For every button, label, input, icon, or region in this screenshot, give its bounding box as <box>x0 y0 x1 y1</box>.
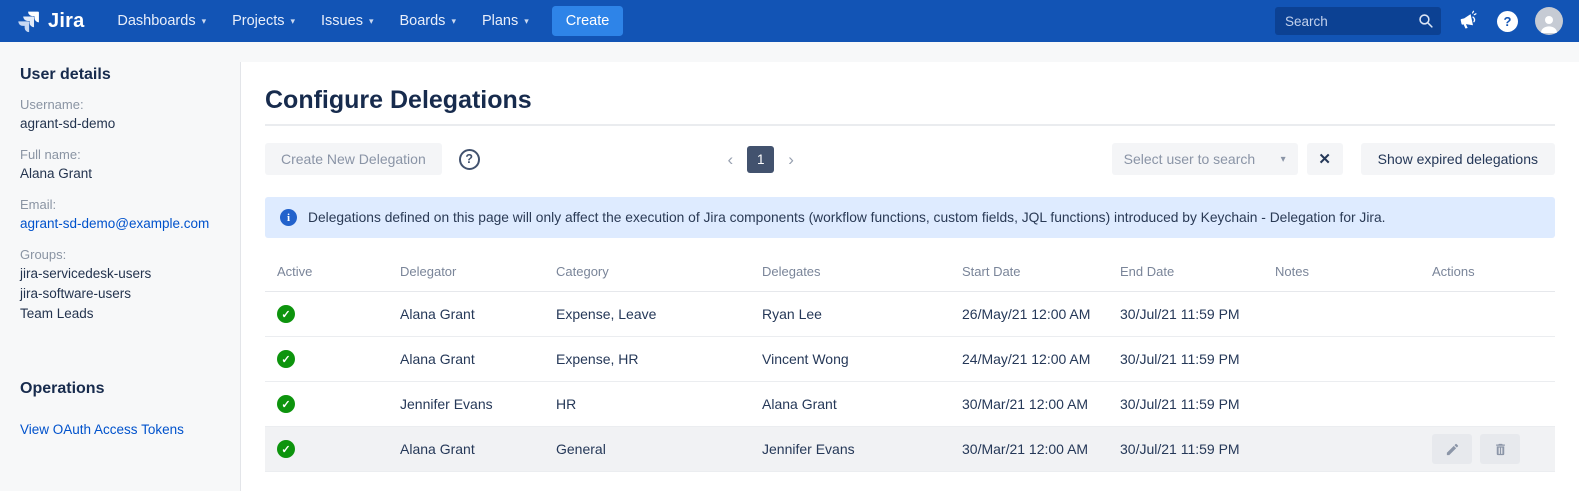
cell-actions <box>1432 434 1555 464</box>
active-check-icon: ✓ <box>277 395 295 413</box>
pencil-icon <box>1445 442 1460 457</box>
fullname-value: Alana Grant <box>20 164 220 184</box>
jira-brand[interactable]: Jira <box>16 9 84 34</box>
pagination-current-page[interactable]: 1 <box>747 146 774 173</box>
active-check-icon: ✓ <box>277 350 295 368</box>
groups-label: Groups: <box>20 245 220 264</box>
col-header-actions: Actions <box>1432 264 1555 279</box>
help-question-icon[interactable]: ? <box>459 149 480 170</box>
col-header-category: Category <box>556 264 762 279</box>
clear-search-button[interactable]: ✕ <box>1307 143 1343 175</box>
nav-item-boards[interactable]: Boards ▾ <box>386 4 468 38</box>
col-header-delegates: Delegates <box>762 264 962 279</box>
user-search-select-value: Select user to search <box>1124 151 1256 167</box>
active-check-icon: ✓ <box>277 440 295 458</box>
cell-end-date: 30/Jul/21 11:59 PM <box>1120 351 1275 367</box>
cell-start-date: 30/Mar/21 12:00 AM <box>962 396 1120 412</box>
cell-delegator: Alana Grant <box>400 441 556 457</box>
info-banner: i Delegations defined on this page will … <box>265 197 1555 238</box>
cell-delegator: Alana Grant <box>400 351 556 367</box>
cell-delegator: Jennifer Evans <box>400 396 556 412</box>
col-header-end-date: End Date <box>1120 264 1275 279</box>
navbar-right: ? <box>1275 7 1563 35</box>
group-item: jira-servicedesk-users <box>20 264 220 284</box>
delete-delegation-button[interactable] <box>1480 434 1520 464</box>
cell-start-date: 30/Mar/21 12:00 AM <box>962 441 1120 457</box>
table-row: ✓ Alana Grant Expense, Leave Ryan Lee 26… <box>265 292 1555 337</box>
col-header-notes: Notes <box>1275 264 1432 279</box>
fullname-label: Full name: <box>20 145 220 164</box>
username-label: Username: <box>20 95 220 114</box>
edit-delegation-button[interactable] <box>1432 434 1472 464</box>
delegations-table: Active Delegator Category Delegates Star… <box>265 264 1555 472</box>
table-row: ✓ Jennifer Evans HR Alana Grant 30/Mar/2… <box>265 382 1555 427</box>
email-link[interactable]: agrant-sd-demo@example.com <box>20 214 220 234</box>
chevron-down-icon: ▾ <box>1281 154 1286 165</box>
info-banner-text: Delegations defined on this page will on… <box>308 210 1386 225</box>
col-header-delegator: Delegator <box>400 264 556 279</box>
main-content: Configure Delegations Create New Delegat… <box>240 62 1579 491</box>
table-row: ✓ Alana Grant Expense, HR Vincent Wong 2… <box>265 337 1555 382</box>
col-header-start-date: Start Date <box>962 264 1120 279</box>
chevron-down-icon: ▾ <box>524 17 529 26</box>
search-box <box>1275 7 1441 35</box>
cell-category: HR <box>556 396 762 412</box>
user-details-sidebar: User details Username: agrant-sd-demo Fu… <box>0 42 240 491</box>
person-icon <box>1537 11 1561 35</box>
user-avatar[interactable] <box>1535 7 1563 35</box>
username-value: agrant-sd-demo <box>20 114 220 134</box>
jira-logo-icon <box>16 9 41 34</box>
view-oauth-tokens-link[interactable]: View OAuth Access Tokens <box>20 420 184 440</box>
create-new-delegation-button[interactable]: Create New Delegation <box>265 143 442 175</box>
user-search-select[interactable]: Select user to search ▾ <box>1112 143 1298 175</box>
cell-end-date: 30/Jul/21 11:59 PM <box>1120 306 1275 322</box>
pagination-prev-icon[interactable]: ‹ <box>728 151 734 168</box>
trash-icon <box>1493 442 1508 457</box>
cell-delegates: Jennifer Evans <box>762 441 962 457</box>
info-icon: i <box>280 209 297 226</box>
cell-end-date: 30/Jul/21 11:59 PM <box>1120 396 1275 412</box>
operations-title: Operations <box>20 380 220 398</box>
cell-delegator: Alana Grant <box>400 306 556 322</box>
cell-category: Expense, Leave <box>556 306 762 322</box>
cell-start-date: 24/May/21 12:00 AM <box>962 351 1120 367</box>
help-icon[interactable]: ? <box>1497 11 1518 32</box>
top-navbar: Jira Dashboards ▾ Projects ▾ Issues ▾ Bo… <box>0 0 1579 42</box>
cell-delegates: Alana Grant <box>762 396 962 412</box>
nav-item-issues[interactable]: Issues ▾ <box>308 4 386 38</box>
sidebar-title: User details <box>20 66 220 84</box>
group-item: jira-software-users <box>20 284 220 304</box>
brand-label: Jira <box>48 10 84 33</box>
create-button[interactable]: Create <box>552 6 624 36</box>
announcements-megaphone-icon[interactable] <box>1458 10 1480 32</box>
cell-start-date: 26/May/21 12:00 AM <box>962 306 1120 322</box>
cell-end-date: 30/Jul/21 11:59 PM <box>1120 441 1275 457</box>
nav-item-plans[interactable]: Plans ▾ <box>469 4 542 38</box>
cell-category: Expense, HR <box>556 351 762 367</box>
chevron-down-icon: ▾ <box>369 17 374 26</box>
cell-delegates: Vincent Wong <box>762 351 962 367</box>
col-header-active: Active <box>265 264 400 279</box>
group-item: Team Leads <box>20 304 220 324</box>
pagination-next-icon[interactable]: › <box>788 151 794 168</box>
email-label: Email: <box>20 195 220 214</box>
chevron-down-icon: ▾ <box>202 17 207 26</box>
nav-item-dashboards[interactable]: Dashboards ▾ <box>104 4 219 38</box>
toolbar: Create New Delegation ? ‹ 1 › Select use… <box>265 143 1555 175</box>
pagination: ‹ 1 › <box>480 146 1042 173</box>
active-check-icon: ✓ <box>277 305 295 323</box>
chevron-down-icon: ▾ <box>291 17 296 26</box>
table-row-hovered: ✓ Alana Grant General Jennifer Evans 30/… <box>265 427 1555 472</box>
nav-item-projects[interactable]: Projects ▾ <box>219 4 308 38</box>
page-title: Configure Delegations <box>265 86 1555 115</box>
cell-delegates: Ryan Lee <box>762 306 962 322</box>
search-icon <box>1417 12 1434 29</box>
chevron-down-icon: ▾ <box>451 17 456 26</box>
show-expired-delegations-button[interactable]: Show expired delegations <box>1361 143 1555 175</box>
cell-category: General <box>556 441 762 457</box>
main-nav: Dashboards ▾ Projects ▾ Issues ▾ Boards … <box>104 4 541 38</box>
table-header-row: Active Delegator Category Delegates Star… <box>265 264 1555 292</box>
